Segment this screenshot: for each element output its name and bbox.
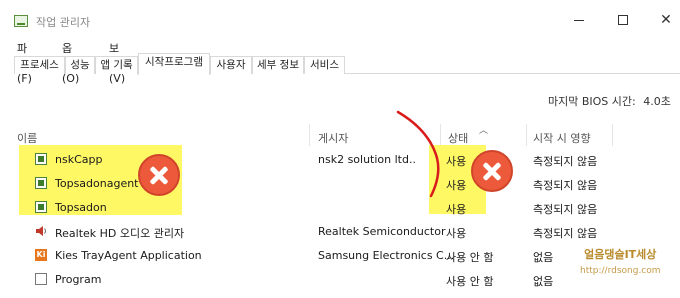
column-header-publisher[interactable]: 게시자 bbox=[318, 130, 348, 146]
tab-app-history[interactable]: 앱 기록 bbox=[95, 56, 138, 74]
column-header-status[interactable]: 상태 bbox=[448, 130, 468, 146]
kies-icon: Ki bbox=[35, 249, 47, 261]
watermark: 얼음댕슬IT세상 http://rdsong.com bbox=[580, 246, 661, 276]
tab-users[interactable]: 사용자 bbox=[210, 56, 252, 74]
x-mark-icon bbox=[471, 150, 513, 192]
row-name: Program bbox=[55, 273, 102, 286]
row-status: 사용 bbox=[446, 203, 467, 216]
column-divider[interactable] bbox=[309, 124, 310, 146]
document-icon bbox=[35, 273, 47, 285]
column-divider[interactable] bbox=[440, 124, 441, 146]
row-name: Kies TrayAgent Application bbox=[55, 249, 202, 262]
tab-bar: 프로세스 성능 앱 기록 시작프로그램 사용자 세부 정보 서비스 bbox=[14, 53, 680, 75]
watermark-title: 얼음댕슬IT세상 bbox=[584, 248, 657, 261]
column-divider[interactable] bbox=[612, 124, 613, 146]
column-header-name[interactable]: 이름 bbox=[17, 130, 37, 146]
row-impact: 측정되지 않음 bbox=[533, 227, 598, 240]
table-row[interactable]: Ki Kies TrayAgent Application Samsung El… bbox=[0, 243, 680, 267]
row-publisher: nsk2 solution ltd.. bbox=[318, 153, 416, 166]
table-row[interactable]: Realtek HD 오디오 관리자 Realtek Semiconductor… bbox=[0, 219, 680, 243]
row-status: 사용 안 함 bbox=[446, 275, 494, 288]
row-name: Topsadonagent bbox=[55, 177, 139, 190]
column-headers: 이름 게시자 ︿ 상태 시작 시 영향 bbox=[0, 124, 680, 146]
window-title: 작업 관리자 bbox=[36, 16, 91, 29]
application-icon bbox=[35, 201, 47, 213]
table-row[interactable]: Program 사용 안 함 없음 bbox=[0, 267, 680, 291]
row-status: 사용 bbox=[446, 179, 467, 192]
column-header-impact[interactable]: 시작 시 영향 bbox=[533, 130, 591, 146]
row-impact: 측정되지 않음 bbox=[533, 155, 598, 168]
tab-services[interactable]: 서비스 bbox=[304, 56, 345, 74]
row-name: Topsadon bbox=[55, 201, 107, 214]
close-button[interactable]: ✕ bbox=[646, 8, 680, 32]
speaker-icon bbox=[36, 226, 46, 236]
row-name: nskCapp bbox=[55, 153, 103, 166]
row-status: 사용 bbox=[446, 155, 467, 168]
tab-performance[interactable]: 성능 bbox=[65, 56, 95, 74]
tab-details[interactable]: 세부 정보 bbox=[252, 56, 304, 74]
row-impact: 측정되지 않음 bbox=[533, 179, 598, 192]
column-divider[interactable] bbox=[526, 124, 527, 146]
row-publisher: Samsung Electronics C... bbox=[318, 249, 455, 262]
minimize-icon bbox=[574, 20, 584, 21]
table-row[interactable]: Topsadonagent 사용 측정되지 않음 bbox=[0, 171, 680, 195]
title-bar: 작업 관리자 ✕ bbox=[0, 0, 680, 34]
row-impact: 없음 bbox=[533, 251, 554, 264]
row-status: 사용 bbox=[446, 227, 467, 240]
task-manager-window: 작업 관리자 ✕ 파일(F) 옵션(O) 보기(V) 프로세스 성능 앱 기록 … bbox=[0, 0, 680, 298]
application-icon bbox=[35, 177, 47, 189]
row-name: Realtek HD 오디오 관리자 bbox=[55, 227, 185, 240]
minimize-button[interactable] bbox=[560, 8, 600, 32]
table-row[interactable]: Topsadon 사용 측정되지 않음 bbox=[0, 195, 680, 219]
maximize-button[interactable] bbox=[603, 8, 643, 32]
sort-ascending-icon: ︿ bbox=[479, 126, 489, 136]
watermark-url: http://rdsong.com bbox=[580, 266, 661, 276]
tab-processes[interactable]: 프로세스 bbox=[14, 56, 65, 74]
bios-time-label: 마지막 BIOS 시간: bbox=[548, 95, 636, 108]
bios-time: 마지막 BIOS 시간: 4.0초 bbox=[548, 93, 671, 109]
close-icon: ✕ bbox=[660, 12, 672, 28]
row-impact: 측정되지 않음 bbox=[533, 203, 598, 216]
bios-time-value: 4.0초 bbox=[643, 95, 671, 108]
tab-startup[interactable]: 시작프로그램 bbox=[138, 53, 210, 75]
table-row[interactable]: nskCapp nsk2 solution ltd.. 사용 측정되지 않음 bbox=[0, 147, 680, 171]
x-mark-icon bbox=[138, 154, 180, 196]
row-publisher: Realtek Semiconductor bbox=[318, 225, 446, 238]
maximize-icon bbox=[618, 15, 628, 25]
row-status: 사용 안 함 bbox=[446, 251, 494, 264]
task-manager-icon bbox=[14, 15, 28, 27]
application-icon bbox=[35, 153, 47, 165]
row-impact: 없음 bbox=[533, 275, 554, 288]
